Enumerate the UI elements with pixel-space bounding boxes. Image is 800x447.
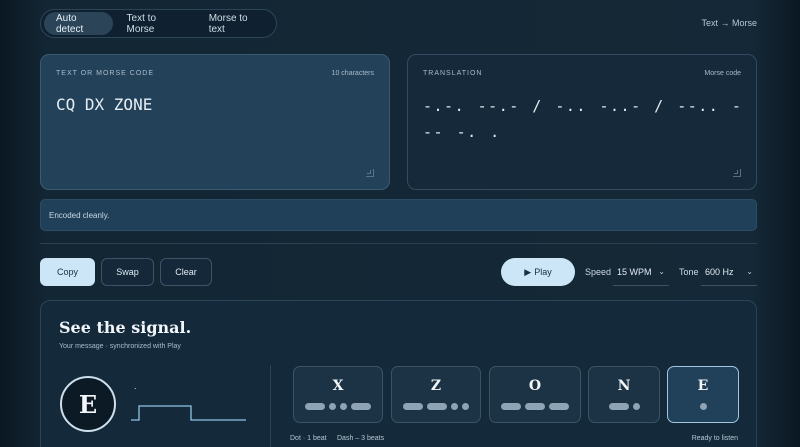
character-count: 10 characters [331,70,374,77]
speed-label: Speed [585,267,612,277]
ready-status: Ready to listen [691,435,738,442]
letter-tile-char: O [528,378,542,394]
dash-mark [549,403,569,410]
divider [270,365,271,447]
tone-select[interactable]: 600 Hz ⌄ [701,258,757,286]
play-icon: ▶ [524,266,532,277]
swap-button[interactable]: Swap [101,258,154,286]
direction-indicator: Text → Morse [701,18,757,28]
dash-mark [427,403,447,410]
signal-waveform [131,405,246,421]
letter-tile-o[interactable]: O [489,366,581,423]
divider [40,243,757,244]
signal-card: See the signal. Your message · synchroni… [40,300,757,447]
dot-mark [451,403,458,410]
mode-switch: Auto detect Text to Morse Morse to text [40,9,277,38]
dot-mark [462,403,469,410]
tone-label: Tone [679,267,699,277]
mode-morse-to-text[interactable]: Morse to text [197,12,273,35]
chevron-down-icon: ⌄ [746,267,753,276]
morse-marks [392,403,480,410]
signal-subtitle: Your message · synchronized with Play [59,343,181,350]
translation-panel-title: TRANSLATION [423,70,483,77]
input-panel-title: TEXT OR MORSE CODE [56,70,154,77]
dash-mark [305,403,325,410]
morse-marks [294,403,382,410]
translation-kind: Morse code [704,70,741,77]
tone-value: 600 Hz [705,266,734,277]
clear-button[interactable]: Clear [160,258,212,286]
dot-mark [632,403,640,410]
play-label: Play [534,267,552,277]
message-input[interactable] [56,95,376,114]
dash-mark [403,403,423,410]
letter-tile-x[interactable]: X [293,366,383,423]
translation-panel: TRANSLATION Morse code -.-. --.- / -.. -… [407,54,757,190]
status-message: Encoded cleanly. [40,199,757,231]
legend-dash: Dash – 3 beats [337,435,385,442]
letter-tile-char: E [697,378,709,394]
resize-handle-icon[interactable] [733,169,741,177]
letter-tile-char: N [617,378,631,394]
copy-button[interactable]: Copy [40,258,95,286]
letter-tile-char: Z [430,378,442,394]
play-button[interactable]: ▶ Play [501,258,575,286]
app-page: Auto detect Text to Morse Morse to text … [0,0,800,447]
resize-handle-icon[interactable] [366,169,374,177]
dot-mark [329,403,336,410]
dot-mark [699,403,707,410]
speed-value: 15 WPM [617,266,652,277]
morse-marks [668,403,738,410]
translation-output[interactable]: -.-. --.- / -.. -..- / --.. --- -. . [423,93,748,145]
dash-mark [525,403,545,410]
dash-mark [501,403,521,410]
legend-dot: Dot · 1 beat [290,435,327,442]
dot-mark [340,403,347,410]
signal-title: See the signal. [59,318,192,337]
letter-tile-char: X [332,378,344,394]
letter-tile-n[interactable]: N [588,366,660,423]
mode-text-to-morse[interactable]: Text to Morse [115,12,195,35]
dash-mark [608,403,629,410]
morse-marks [490,403,580,410]
input-panel: TEXT OR MORSE CODE 10 characters [40,54,390,190]
morse-marks [589,403,659,410]
dash-mark [351,403,371,410]
current-letter: E [60,376,116,432]
speed-select[interactable]: 15 WPM ⌄ [613,258,669,286]
letter-tile-z[interactable]: Z [391,366,481,423]
mode-auto-detect[interactable]: Auto detect [44,12,113,35]
chevron-down-icon: ⌄ [658,267,665,276]
letter-tile-e[interactable]: E [667,366,739,423]
